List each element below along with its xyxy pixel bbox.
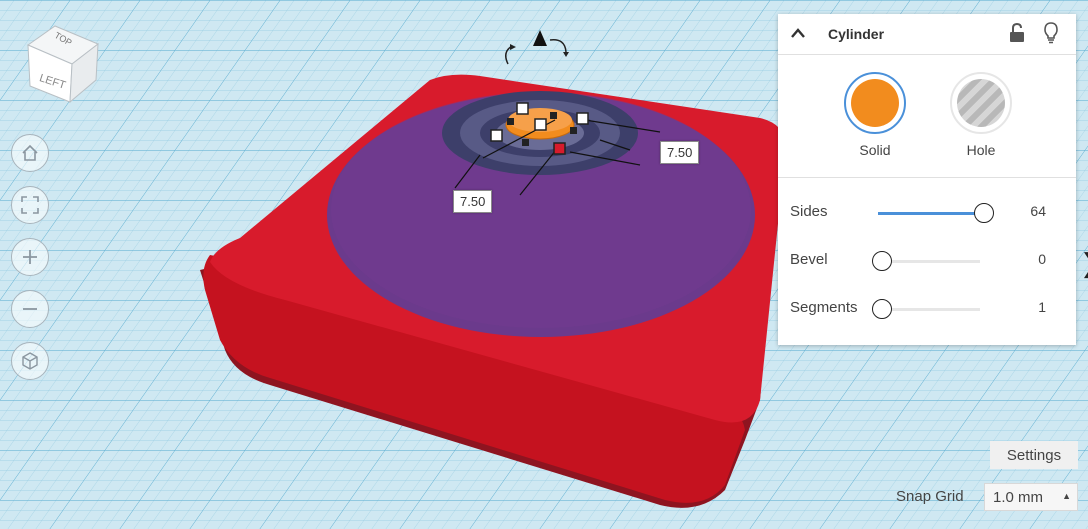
hole-label: Hole <box>966 142 996 158</box>
resize-handle <box>576 112 589 125</box>
lightbulb-icon[interactable] <box>1043 22 1059 44</box>
inspector-title: Cylinder <box>828 26 885 42</box>
zoom-out-button[interactable] <box>11 290 49 328</box>
segments-label: Segments <box>790 299 858 316</box>
bevel-label: Bevel <box>790 251 828 268</box>
segments-slider-thumb[interactable] <box>872 299 892 319</box>
solid-swatch-button[interactable] <box>844 72 906 134</box>
home-icon <box>22 144 38 161</box>
divider <box>778 177 1076 178</box>
dimension-width-box[interactable]: 7.50 <box>660 141 700 164</box>
zoom-in-button[interactable] <box>11 238 49 276</box>
unlock-icon[interactable] <box>1009 23 1025 43</box>
fit-all-icon <box>21 196 39 214</box>
bevel-slider[interactable] <box>878 260 980 263</box>
resize-handle <box>534 118 547 131</box>
sides-value[interactable]: 64 <box>1030 203 1046 219</box>
sides-label: Sides <box>790 203 828 220</box>
inspector-header: Cylinder <box>778 14 1076 55</box>
hole-swatch-button[interactable] <box>950 72 1012 134</box>
collapse-chevron-icon[interactable] <box>790 27 806 39</box>
settings-button[interactable]: Settings <box>990 441 1078 469</box>
resize-handle <box>516 102 529 115</box>
minus-icon <box>23 308 37 310</box>
bevel-slider-thumb[interactable] <box>872 251 892 271</box>
perspective-toggle-button[interactable] <box>11 342 49 380</box>
resize-handle <box>490 129 503 142</box>
dimension-depth-box[interactable]: 7.50 <box>453 190 493 213</box>
dropdown-arrow-icon: ▲ <box>1062 491 1071 501</box>
segments-value[interactable]: 1 <box>1038 299 1046 315</box>
snap-grid-label: Snap Grid <box>896 488 964 505</box>
resize-handle-active <box>553 142 566 155</box>
solid-label: Solid <box>859 142 891 158</box>
sides-slider-thumb[interactable] <box>974 203 994 223</box>
fit-view-button[interactable] <box>11 186 49 224</box>
shape-inspector-panel: Cylinder Solid Hole Sides 64 Bevel 0 Seg… <box>778 14 1076 345</box>
segments-slider[interactable] <box>878 308 980 311</box>
cube-icon <box>22 352 38 370</box>
solid-color-fill <box>851 79 899 127</box>
plus-icon <box>23 250 37 264</box>
snap-grid-value: 1.0 mm <box>993 489 1044 506</box>
sides-slider[interactable] <box>878 212 980 215</box>
bevel-value[interactable]: 0 <box>1038 251 1046 267</box>
hole-pattern-fill <box>957 79 1005 127</box>
sides-slider-fill <box>878 212 980 215</box>
expand-panel-chevron-icon[interactable]: ❯ <box>1080 248 1088 279</box>
home-view-button[interactable] <box>11 134 49 172</box>
snap-grid-select[interactable]: 1.0 mm ▲ <box>984 483 1078 511</box>
